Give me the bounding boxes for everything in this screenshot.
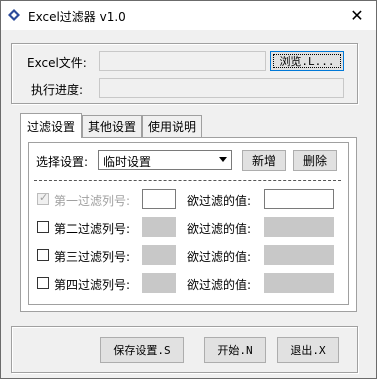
check-icon: ✓ <box>39 191 49 204</box>
row3-value-label: 欲过滤的值: <box>187 250 252 264</box>
row4-column-input[interactable] <box>142 273 176 293</box>
row4-value-input[interactable] <box>264 273 334 293</box>
progress-label: 执行进度: <box>31 83 84 97</box>
progress-field <box>99 78 344 98</box>
tab-filter-settings[interactable]: 过滤设置 <box>20 113 82 138</box>
row1-column-input[interactable] <box>142 189 176 209</box>
close-button[interactable]: ✕ <box>338 1 376 30</box>
exit-button[interactable]: 退出.X <box>277 337 339 363</box>
row2-value-label: 欲过滤的值: <box>187 222 252 236</box>
row3-value-input[interactable] <box>264 245 334 265</box>
exit-label: 退出.X <box>290 344 326 357</box>
row2-column-label: 第二过滤列号: <box>54 222 131 236</box>
row2-value-input[interactable] <box>264 217 334 237</box>
tab-label: 过滤设置 <box>26 119 75 134</box>
row1-column-label: 第一过滤列号: <box>54 194 131 208</box>
settings-select-value: 临时设置 <box>103 155 152 169</box>
start-label: 开始.N <box>217 344 253 357</box>
separator-line <box>34 180 341 181</box>
row3-checkbox[interactable] <box>37 249 49 261</box>
add-label: 新增 <box>251 154 276 168</box>
select-settings-label: 选择设置: <box>36 155 89 169</box>
row4-value-label: 欲过滤的值: <box>187 278 252 292</box>
title-bar: Excel过滤器 v1.0 ✕ <box>1 1 376 30</box>
excel-file-label: Excel文件: <box>27 56 87 70</box>
row2-checkbox[interactable] <box>37 221 49 233</box>
delete-button[interactable]: 删除 <box>293 150 337 171</box>
tab-other-settings[interactable]: 其他设置 <box>82 115 142 137</box>
app-window: Excel过滤器 v1.0 ✕ Excel文件: 浏览.L... 执行进度: 过… <box>0 0 377 379</box>
row1-value-label: 欲过滤的值: <box>187 194 252 208</box>
row2-column-input[interactable] <box>142 217 176 237</box>
row4-column-label: 第四过滤列号: <box>54 278 131 292</box>
row1-checkbox[interactable]: ✓ <box>37 191 49 205</box>
start-button[interactable]: 开始.N <box>204 337 266 363</box>
row3-column-input[interactable] <box>142 245 176 265</box>
add-button[interactable]: 新增 <box>242 150 286 171</box>
close-icon: ✕ <box>350 6 364 25</box>
browse-button[interactable]: 浏览.L... <box>270 51 344 71</box>
browse-label: 浏览.L... <box>279 55 335 68</box>
tab-label: 使用说明 <box>147 120 196 134</box>
row3-column-label: 第三过滤列号: <box>54 250 131 264</box>
save-settings-button[interactable]: 保存设置.S <box>100 337 184 363</box>
excel-file-field[interactable] <box>99 51 266 71</box>
delete-label: 删除 <box>302 154 327 168</box>
tab-instructions[interactable]: 使用说明 <box>142 115 202 137</box>
window-title: Excel过滤器 v1.0 <box>28 10 126 24</box>
settings-select[interactable]: 临时设置 <box>98 150 232 170</box>
save-settings-label: 保存设置.S <box>113 344 171 357</box>
row1-value-input[interactable] <box>264 189 334 209</box>
row4-checkbox[interactable] <box>37 277 49 289</box>
tab-label: 其他设置 <box>87 120 136 134</box>
app-icon <box>8 9 20 21</box>
chevron-down-icon <box>219 157 227 162</box>
